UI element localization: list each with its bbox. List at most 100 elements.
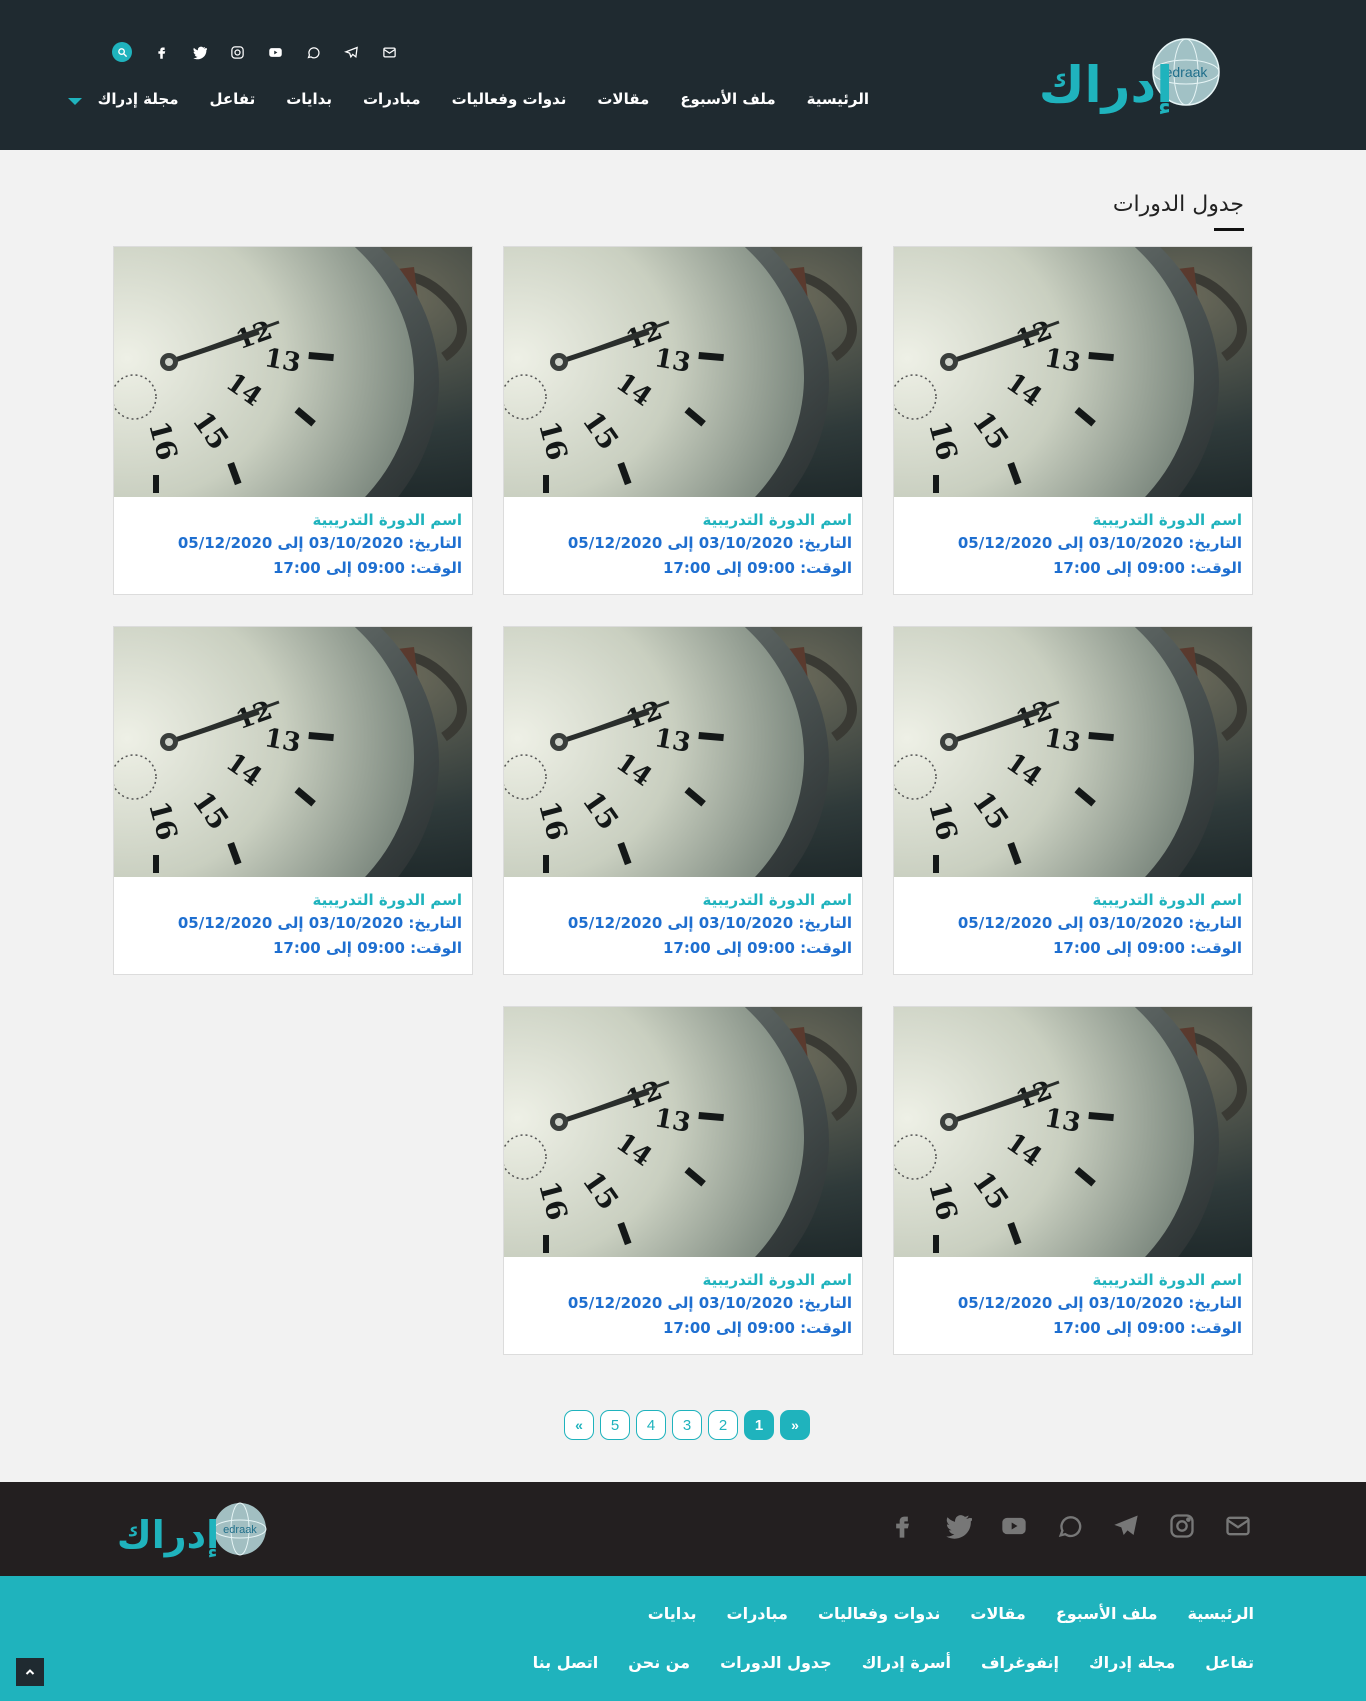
footer-link-interaction[interactable]: تفاعل (1205, 1653, 1254, 1672)
course-card[interactable]: اسم الدورة التدريبية التاريخ: 03/10/2020… (503, 246, 863, 595)
footer-link-family[interactable]: أسرة إدراك (862, 1653, 951, 1672)
instagram-icon[interactable] (1166, 1510, 1198, 1542)
footer-logo[interactable]: edraak إدراك (117, 1498, 270, 1560)
telegram-icon[interactable] (1110, 1510, 1142, 1542)
course-time: الوقت: 09:00 إلى 17:00 (272, 559, 462, 577)
footer-links-row-1: الرئيسية ملف الأسبوع مقالات ندوات وفعالي… (648, 1604, 1254, 1623)
footer-link-home[interactable]: الرئيسية (1188, 1604, 1255, 1623)
site-header: edraak إدراك الرئيسية ملف الأسبوع مقالات… (0, 0, 1366, 150)
course-date: التاريخ: 03/10/2020 إلى 05/12/2020 (957, 534, 1242, 552)
course-image[interactable] (504, 1007, 862, 1257)
course-time: الوقت: 09:00 إلى 17:00 (1052, 939, 1242, 957)
course-image[interactable] (504, 247, 862, 497)
course-card[interactable]: اسم الدورة التدريبية التاريخ: 03/10/2020… (893, 1006, 1253, 1355)
course-image[interactable] (894, 1007, 1252, 1257)
facebook-icon[interactable] (152, 43, 170, 61)
course-card[interactable]: اسم الدورة التدريبية التاريخ: 03/10/2020… (113, 246, 473, 595)
course-title[interactable]: اسم الدورة التدريبية (904, 1269, 1242, 1291)
course-card[interactable]: اسم الدورة التدريبية التاريخ: 03/10/2020… (893, 626, 1253, 975)
twitter-icon[interactable] (942, 1510, 974, 1542)
footer-link-beginnings[interactable]: بدايات (648, 1604, 697, 1623)
course-date: التاريخ: 03/10/2020 إلى 05/12/2020 (567, 534, 852, 552)
youtube-icon[interactable] (998, 1510, 1030, 1542)
footer-link-infographic[interactable]: إنفوغراف (981, 1653, 1059, 1672)
telegram-icon[interactable] (342, 43, 360, 61)
course-card-body: اسم الدورة التدريبية التاريخ: 03/10/2020… (504, 497, 862, 581)
courses-grid: اسم الدورة التدريبية التاريخ: 03/10/2020… (113, 246, 1253, 1355)
pagination-page-4[interactable]: 4 (636, 1410, 666, 1440)
course-title[interactable]: اسم الدورة التدريبية (124, 889, 462, 911)
nav-home[interactable]: الرئيسية (807, 90, 869, 108)
nav-initiatives[interactable]: مبادرات (363, 90, 421, 108)
instagram-icon[interactable] (228, 43, 246, 61)
nav-magazine-dropdown[interactable]: مجلة إدراك (67, 90, 179, 108)
footer-link-week-file[interactable]: ملف الأسبوع (1056, 1604, 1158, 1623)
header-social-icons (112, 42, 398, 62)
course-image[interactable] (114, 247, 472, 497)
facebook-icon[interactable] (886, 1510, 918, 1542)
course-card-body: اسم الدورة التدريبية التاريخ: 03/10/2020… (894, 877, 1252, 961)
footer-links-row-2: تفاعل مجلة إدراك إنفوغراف أسرة إدراك جدو… (533, 1653, 1254, 1672)
pagination-first-button[interactable]: » (780, 1410, 810, 1440)
whatsapp-icon[interactable] (1054, 1510, 1086, 1542)
course-title[interactable]: اسم الدورة التدريبية (904, 509, 1242, 531)
footer-social-icons (886, 1510, 1254, 1542)
course-time: الوقت: 09:00 إلى 17:00 (272, 939, 462, 957)
course-card[interactable]: اسم الدورة التدريبية التاريخ: 03/10/2020… (503, 1006, 863, 1355)
pagination: « 5 4 3 2 1 » (564, 1410, 810, 1440)
course-title[interactable]: اسم الدورة التدريبية (514, 509, 852, 531)
course-card-body: اسم الدورة التدريبية التاريخ: 03/10/2020… (894, 1257, 1252, 1341)
nav-events[interactable]: ندوات وفعاليات (452, 90, 567, 108)
title-underline (1214, 228, 1244, 231)
pagination-page-2[interactable]: 2 (708, 1410, 738, 1440)
course-title[interactable]: اسم الدورة التدريبية (124, 509, 462, 531)
page-title-block: جدول الدورات (1112, 192, 1244, 231)
logo-text: إدراك (1039, 56, 1174, 115)
envelope-icon[interactable] (380, 43, 398, 61)
course-card[interactable]: اسم الدورة التدريبية التاريخ: 03/10/2020… (503, 626, 863, 975)
envelope-icon[interactable] (1222, 1510, 1254, 1542)
pagination-last-button[interactable]: « (564, 1410, 594, 1440)
site-logo[interactable]: edraak إدراك (1036, 36, 1236, 126)
course-card[interactable]: اسم الدورة التدريبية التاريخ: 03/10/2020… (113, 626, 473, 975)
nav-interaction[interactable]: تفاعل (210, 90, 256, 108)
course-title[interactable]: اسم الدورة التدريبية (514, 1269, 852, 1291)
course-time: الوقت: 09:00 إلى 17:00 (1052, 1319, 1242, 1337)
scroll-to-top-button[interactable] (16, 1658, 44, 1686)
course-image[interactable] (504, 627, 862, 877)
course-image[interactable] (114, 627, 472, 877)
course-image[interactable] (894, 247, 1252, 497)
course-time: الوقت: 09:00 إلى 17:00 (1052, 559, 1242, 577)
footer-link-contact[interactable]: اتصل بنا (533, 1653, 599, 1672)
page-title: جدول الدورات (1112, 192, 1244, 217)
course-time: الوقت: 09:00 إلى 17:00 (662, 939, 852, 957)
course-card-body: اسم الدورة التدريبية التاريخ: 03/10/2020… (894, 497, 1252, 581)
footer-link-about[interactable]: من نحن (628, 1653, 690, 1672)
course-card[interactable]: اسم الدورة التدريبية التاريخ: 03/10/2020… (893, 246, 1253, 595)
footer-link-initiatives[interactable]: مبادرات (727, 1604, 788, 1623)
course-title[interactable]: اسم الدورة التدريبية (904, 889, 1242, 911)
chevron-up-icon (25, 1669, 35, 1675)
footer-link-articles[interactable]: مقالات (970, 1604, 1025, 1623)
course-title[interactable]: اسم الدورة التدريبية (514, 889, 852, 911)
footer-link-magazine[interactable]: مجلة إدراك (1089, 1653, 1175, 1672)
nav-beginnings[interactable]: بدايات (286, 90, 332, 108)
twitter-icon[interactable] (190, 43, 208, 61)
footer-link-events[interactable]: ندوات وفعاليات (818, 1604, 940, 1623)
nav-week-file[interactable]: ملف الأسبوع (680, 90, 775, 108)
pagination-page-5[interactable]: 5 (600, 1410, 630, 1440)
footer-logo-sub-text: edraak (223, 1524, 257, 1536)
course-card-body: اسم الدورة التدريبية التاريخ: 03/10/2020… (114, 877, 472, 961)
nav-articles[interactable]: مقالات (597, 90, 649, 108)
search-icon[interactable] (112, 42, 132, 62)
pagination-page-1[interactable]: 1 (744, 1410, 774, 1440)
youtube-icon[interactable] (266, 43, 284, 61)
chevron-down-icon[interactable] (67, 97, 82, 105)
pagination-page-3[interactable]: 3 (672, 1410, 702, 1440)
whatsapp-icon[interactable] (304, 43, 322, 61)
course-date: التاريخ: 03/10/2020 إلى 05/12/2020 (177, 914, 462, 932)
course-image[interactable] (894, 627, 1252, 877)
footer-link-courses[interactable]: جدول الدورات (720, 1653, 832, 1672)
nav-magazine[interactable]: مجلة إدراك (98, 90, 179, 108)
footer-links-area: الرئيسية ملف الأسبوع مقالات ندوات وفعالي… (0, 1576, 1366, 1701)
